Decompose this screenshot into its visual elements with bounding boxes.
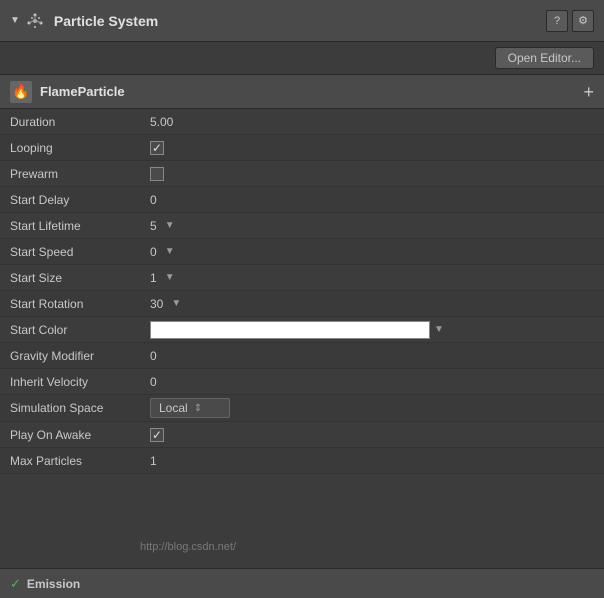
value-inherit-velocity[interactable]: 0: [150, 375, 594, 389]
start-speed-value[interactable]: 0: [150, 245, 157, 259]
prop-max-particles: Max Particles 1: [0, 448, 604, 474]
value-duration[interactable]: 5.00: [150, 115, 594, 129]
label-start-speed: Start Speed: [10, 245, 150, 259]
looping-checkbox[interactable]: ✓: [150, 141, 164, 155]
label-start-color: Start Color: [10, 323, 150, 337]
check-icon: ✓: [152, 142, 162, 154]
start-rotation-dropdown-arrow[interactable]: ▼: [171, 298, 181, 309]
emission-section[interactable]: ✓ Emission: [0, 568, 604, 598]
check-icon-2: ✓: [152, 429, 162, 441]
toolbar: Open Editor...: [0, 42, 604, 75]
value-max-particles[interactable]: 1: [150, 454, 594, 468]
value-gravity-modifier[interactable]: 0: [150, 349, 594, 363]
label-prewarm: Prewarm: [10, 167, 150, 181]
component-name: FlameParticle: [40, 84, 583, 99]
value-start-speed: 0 ▼: [150, 245, 594, 259]
label-duration: Duration: [10, 115, 150, 129]
prop-looping: Looping ✓: [0, 135, 604, 161]
label-start-lifetime: Start Lifetime: [10, 219, 150, 233]
start-rotation-value[interactable]: 30: [150, 297, 163, 311]
help-button[interactable]: ?: [546, 10, 568, 32]
value-start-rotation: 30 ▼: [150, 297, 594, 311]
prop-gravity-modifier: Gravity Modifier 0: [0, 343, 604, 369]
value-prewarm: [150, 167, 594, 181]
start-size-dropdown-arrow[interactable]: ▼: [165, 272, 175, 283]
value-start-lifetime: 5 ▼: [150, 219, 594, 233]
settings-button[interactable]: ⚙: [572, 10, 594, 32]
header-buttons: ? ⚙: [546, 10, 594, 32]
value-start-color: ▼: [150, 321, 594, 339]
label-play-on-awake: Play On Awake: [10, 428, 150, 442]
prewarm-checkbox[interactable]: [150, 167, 164, 181]
label-start-rotation: Start Rotation: [10, 297, 150, 311]
prop-duration: Duration 5.00: [0, 109, 604, 135]
label-start-delay: Start Delay: [10, 193, 150, 207]
add-component-button[interactable]: +: [583, 83, 594, 101]
prop-start-speed: Start Speed 0 ▼ http://blog.csdn.net/: [0, 239, 604, 265]
label-max-particles: Max Particles: [10, 454, 150, 468]
label-gravity-modifier: Gravity Modifier: [10, 349, 150, 363]
particle-system-icon: [24, 10, 46, 32]
watermark-text: http://blog.csdn.net/: [140, 541, 236, 553]
prop-start-rotation: Start Rotation 30 ▼: [0, 291, 604, 317]
start-size-value[interactable]: 1: [150, 271, 157, 285]
label-looping: Looping: [10, 141, 150, 155]
value-start-delay[interactable]: 0: [150, 193, 594, 207]
label-inherit-velocity: Inherit Velocity: [10, 375, 150, 389]
prop-start-size: Start Size 1 ▼: [0, 265, 604, 291]
collapse-arrow[interactable]: ▼: [10, 15, 20, 26]
label-simulation-space: Simulation Space: [10, 401, 150, 415]
start-color-swatch[interactable]: [150, 321, 430, 339]
value-simulation-space: Local ⇕: [150, 398, 594, 418]
select-arrows-icon: ⇕: [194, 403, 202, 414]
start-lifetime-dropdown-arrow[interactable]: ▼: [165, 220, 175, 231]
prop-simulation-space: Simulation Space Local ⇕: [0, 395, 604, 422]
properties-panel: Duration 5.00 Looping ✓ Prewarm Start De…: [0, 109, 604, 474]
prop-start-lifetime: Start Lifetime 5 ▼: [0, 213, 604, 239]
emission-label: Emission: [27, 577, 80, 591]
start-color-dropdown-arrow[interactable]: ▼: [434, 324, 444, 335]
panel-title: Particle System: [54, 13, 546, 29]
prop-start-delay: Start Delay 0: [0, 187, 604, 213]
open-editor-button[interactable]: Open Editor...: [495, 47, 594, 69]
simulation-space-value: Local: [159, 401, 188, 415]
component-header: 🔥 FlameParticle +: [0, 75, 604, 109]
play-on-awake-checkbox[interactable]: ✓: [150, 428, 164, 442]
flame-icon: 🔥: [10, 81, 32, 103]
simulation-space-select[interactable]: Local ⇕: [150, 398, 230, 418]
start-lifetime-value[interactable]: 5: [150, 219, 157, 233]
prop-start-color: Start Color ▼: [0, 317, 604, 343]
value-start-size: 1 ▼: [150, 271, 594, 285]
value-play-on-awake: ✓: [150, 428, 594, 442]
label-start-size: Start Size: [10, 271, 150, 285]
prop-inherit-velocity: Inherit Velocity 0: [0, 369, 604, 395]
prop-prewarm: Prewarm: [0, 161, 604, 187]
value-looping: ✓: [150, 141, 594, 155]
panel-header: ▼ Particle System ? ⚙: [0, 0, 604, 42]
emission-checkmark-icon: ✓: [10, 576, 21, 592]
start-speed-dropdown-arrow[interactable]: ▼: [165, 246, 175, 257]
prop-play-on-awake: Play On Awake ✓: [0, 422, 604, 448]
